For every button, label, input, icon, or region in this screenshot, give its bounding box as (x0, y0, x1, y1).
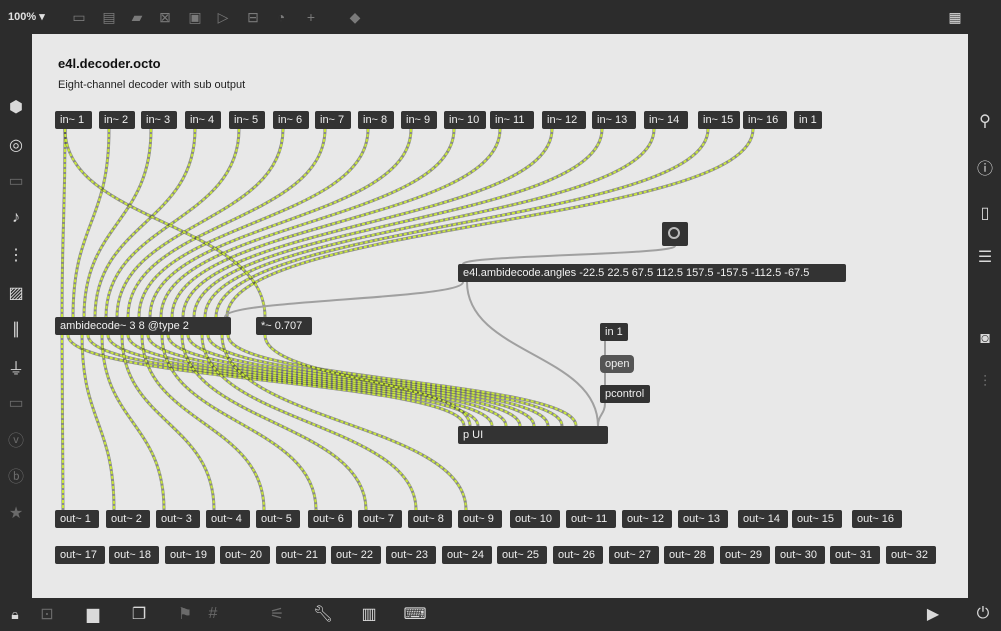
outlet-30[interactable]: out~ 30 (775, 546, 825, 564)
outlet-18[interactable]: out~ 18 (109, 546, 159, 564)
outlet-26[interactable]: out~ 26 (553, 546, 603, 564)
patch-cord (224, 281, 464, 318)
inlet-10[interactable]: in~ 10 (444, 111, 486, 129)
patch-cord (462, 245, 676, 265)
inlet-3[interactable]: in~ 3 (141, 111, 177, 129)
patch-cord (597, 402, 606, 427)
outlet-4[interactable]: out~ 4 (206, 510, 250, 528)
gain-object[interactable]: *~ 0.707 (256, 317, 312, 335)
inlet-11[interactable]: in~ 11 (490, 111, 534, 129)
grid-icon[interactable]: # (202, 603, 224, 625)
wrench-icon[interactable]: 🔧︎ (312, 603, 334, 625)
inlet-1[interactable]: in~ 1 (55, 111, 92, 129)
inlet-17[interactable]: in 1 (794, 111, 822, 129)
patcher-subtitle: Eight-channel decoder with sub output (58, 79, 246, 91)
outlet-27[interactable]: out~ 27 (609, 546, 659, 564)
presentation-icon[interactable]: ⊡ (36, 603, 58, 625)
ambidecode-angles-object[interactable]: e4l.ambidecode.angles -22.5 22.5 67.5 11… (458, 264, 846, 282)
outlet-5[interactable]: out~ 5 (256, 510, 300, 528)
inlet-12[interactable]: in~ 12 (542, 111, 586, 129)
inlet-5[interactable]: in~ 5 (229, 111, 265, 129)
patcher-title: e4l.decoder.octo (58, 56, 161, 71)
ambidecode-object[interactable]: ambidecode~ 3 8 @type 2 (55, 317, 231, 335)
outlet-23[interactable]: out~ 23 (386, 546, 436, 564)
inlet-6[interactable]: in~ 6 (273, 111, 309, 129)
patch-cord-shadow (214, 128, 710, 318)
inlet-16[interactable]: in~ 16 (743, 111, 787, 129)
play-icon[interactable]: ▶ (922, 603, 944, 625)
inlet-8[interactable]: in~ 8 (358, 111, 394, 129)
outlet-12[interactable]: out~ 12 (622, 510, 672, 528)
outlet-22[interactable]: out~ 22 (331, 546, 381, 564)
outlet-10[interactable]: out~ 10 (510, 510, 560, 528)
outlet-8[interactable]: out~ 8 (408, 510, 452, 528)
patch-cord (107, 334, 493, 427)
outlet-3[interactable]: out~ 3 (156, 510, 200, 528)
open-message[interactable]: open (600, 355, 634, 373)
outlet-1[interactable]: out~ 1 (55, 510, 99, 528)
inlet-control[interactable]: in 1 (600, 323, 628, 341)
present-icon[interactable]: ▆ (82, 603, 104, 625)
outlet-32[interactable]: out~ 32 (886, 546, 936, 564)
inlet-7[interactable]: in~ 7 (315, 111, 351, 129)
outlet-2[interactable]: out~ 2 (106, 510, 150, 528)
outlet-28[interactable]: out~ 28 (664, 546, 714, 564)
outlet-9[interactable]: out~ 9 (458, 510, 502, 528)
outlet-14[interactable]: out~ 14 (738, 510, 788, 528)
lock-icon[interactable]: 🔒︎ (4, 603, 26, 625)
outlet-29[interactable]: out~ 29 (720, 546, 770, 564)
toggle-button[interactable] (662, 222, 688, 246)
outlet-17[interactable]: out~ 17 (55, 546, 105, 564)
outlet-7[interactable]: out~ 7 (358, 510, 402, 528)
outlet-31[interactable]: out~ 31 (830, 546, 880, 564)
patch-cord-shadow (159, 128, 456, 318)
outlet-11[interactable]: out~ 11 (566, 510, 616, 528)
outlet-20[interactable]: out~ 20 (220, 546, 270, 564)
snap-icon[interactable]: ⚑ (174, 603, 196, 625)
outlet-15[interactable]: out~ 15 (792, 510, 842, 528)
piano-icon[interactable]: ▥ (358, 603, 380, 625)
patch-cord-shadow (80, 334, 116, 511)
bottom-toolbar: 🔒︎ ⊡ ▆ ❐ ⚑ # ⚟ 🔧︎ ▥ ⌨ ▶ ⏻ (0, 598, 1001, 631)
p-ui-subpatcher[interactable]: p UI (458, 426, 608, 444)
pcontrol-object[interactable]: pcontrol (600, 385, 650, 403)
outlet-25[interactable]: out~ 25 (497, 546, 547, 564)
outlet-6[interactable]: out~ 6 (308, 510, 352, 528)
keyboard-icon[interactable]: ⌨ (403, 603, 426, 625)
inlet-2[interactable]: in~ 2 (99, 111, 135, 129)
debug-icon[interactable]: ⚟ (266, 603, 288, 625)
patch-cord (72, 128, 110, 318)
outlet-21[interactable]: out~ 21 (276, 546, 326, 564)
patch-cord (83, 128, 152, 318)
power-icon[interactable]: ⏻ (972, 603, 994, 625)
outlet-13[interactable]: out~ 13 (678, 510, 728, 528)
outlet-19[interactable]: out~ 19 (165, 546, 215, 564)
patch-cords (60, 128, 755, 511)
inlet-9[interactable]: in~ 9 (401, 111, 437, 129)
outlet-16[interactable]: out~ 16 (852, 510, 902, 528)
inlet-14[interactable]: in~ 14 (644, 111, 688, 129)
outlet-24[interactable]: out~ 24 (442, 546, 492, 564)
inlet-15[interactable]: in~ 15 (698, 111, 740, 129)
inlet-13[interactable]: in~ 13 (592, 111, 636, 129)
windows-icon[interactable]: ❐ (128, 603, 150, 625)
patch-cord-shadow (60, 128, 67, 318)
inlet-4[interactable]: in~ 4 (185, 111, 221, 129)
